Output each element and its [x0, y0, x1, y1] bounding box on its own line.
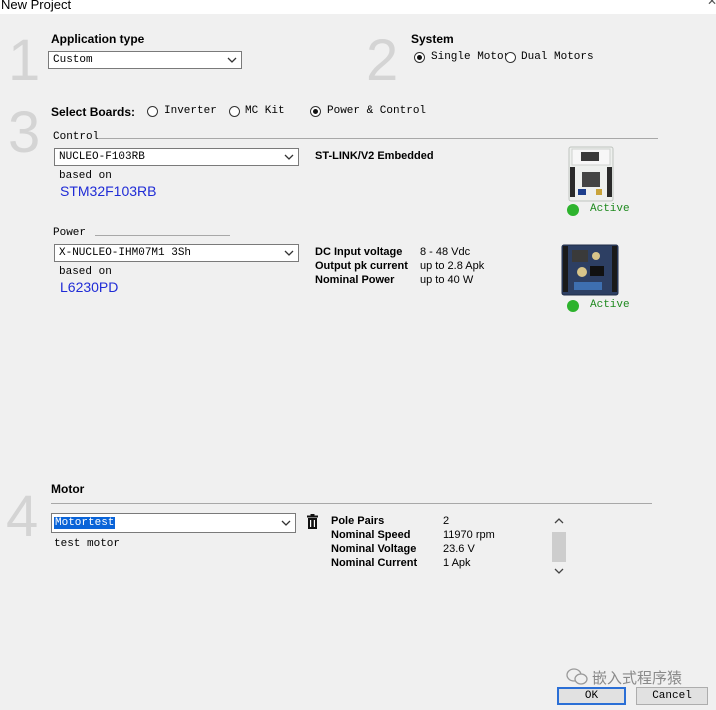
- motor-spec-value-nominal-voltage: 23.6 V: [443, 543, 475, 555]
- motor-spec-label-nominal-speed: Nominal Speed: [331, 529, 411, 541]
- power-label: Power: [53, 227, 87, 239]
- mc-kit-radio[interactable]: [229, 106, 240, 117]
- step-number-3: 3: [8, 100, 41, 165]
- motor-select[interactable]: Motortest: [51, 513, 296, 533]
- spec-value-output-current: up to 2.8 Apk: [420, 260, 485, 272]
- motor-spec-label-pole-pairs: Pole Pairs: [331, 515, 385, 527]
- motor-divider: [51, 503, 652, 504]
- motor-heading: Motor: [51, 482, 85, 496]
- spec-label-output-current: Output pk current: [315, 260, 408, 272]
- chevron-down-icon: [227, 57, 237, 63]
- cancel-button[interactable]: Cancel: [636, 687, 708, 705]
- dual-motors-radio[interactable]: [505, 52, 516, 63]
- watermark-text: 嵌入式程序猿: [592, 669, 683, 687]
- control-status-text: Active: [590, 203, 630, 215]
- mc-kit-label[interactable]: MC Kit: [245, 105, 285, 117]
- window-title: New Project: [1, 0, 72, 12]
- control-mcu-link[interactable]: STM32F103RB: [60, 183, 156, 199]
- control-based-on-label: based on: [59, 170, 112, 182]
- motor-spec-label-nominal-voltage: Nominal Voltage: [331, 543, 417, 555]
- motor-spec-value-nominal-current: 1 Apk: [443, 557, 471, 569]
- power-board-image: [561, 244, 619, 296]
- power-board-select[interactable]: X-NUCLEO-IHM07M1 3Sh: [54, 244, 299, 262]
- power-driver-link[interactable]: L6230PD: [60, 279, 118, 295]
- single-motor-radio[interactable]: [414, 52, 425, 63]
- control-board-select[interactable]: NUCLEO-F103RB: [54, 148, 299, 166]
- power-control-radio[interactable]: [310, 106, 321, 117]
- scroll-up-icon[interactable]: [554, 517, 564, 525]
- spec-label-dc-input: DC Input voltage: [315, 246, 403, 258]
- system-heading: System: [411, 32, 454, 46]
- application-type-select[interactable]: Custom: [48, 51, 242, 69]
- power-divider: [95, 235, 230, 236]
- control-divider: [98, 138, 658, 139]
- wechat-icon: [566, 668, 588, 685]
- motor-value: Motortest: [54, 517, 116, 529]
- motor-description: test motor: [54, 538, 121, 550]
- control-status-dot: [567, 204, 579, 216]
- title-bar: New Project ✕: [0, 0, 716, 14]
- inverter-label[interactable]: Inverter: [164, 105, 217, 117]
- ok-button[interactable]: OK: [557, 687, 626, 705]
- inverter-radio[interactable]: [147, 106, 158, 117]
- select-boards-heading: Select Boards:: [51, 105, 136, 119]
- trash-icon[interactable]: [306, 514, 319, 529]
- power-status-text: Active: [590, 299, 630, 311]
- step-number-2: 2: [366, 28, 399, 93]
- motor-spec-value-pole-pairs: 2: [443, 515, 450, 527]
- spec-label-nominal-power: Nominal Power: [315, 274, 395, 286]
- dual-motors-label[interactable]: Dual Motors: [521, 51, 594, 63]
- step-number-1: 1: [8, 28, 41, 93]
- nucleo-board-image: [568, 146, 614, 202]
- application-type-value: Custom: [53, 54, 93, 66]
- chevron-down-icon: [281, 520, 291, 526]
- motor-spec-label-nominal-current: Nominal Current: [331, 557, 418, 569]
- power-board-value: X-NUCLEO-IHM07M1 3Sh: [59, 247, 192, 259]
- spec-value-dc-input: 8 - 48 Vdc: [420, 246, 471, 258]
- control-board-value: NUCLEO-F103RB: [59, 151, 145, 163]
- control-label: Control: [53, 131, 100, 143]
- power-control-label[interactable]: Power & Control: [327, 105, 426, 117]
- close-icon[interactable]: ✕: [707, 0, 716, 8]
- chevron-down-icon: [284, 154, 294, 160]
- motor-spec-value-nominal-speed: 11970 rpm: [443, 529, 495, 541]
- spec-value-nominal-power: up to 40 W: [420, 274, 474, 286]
- step-number-4: 4: [6, 484, 39, 549]
- power-based-on-label: based on: [59, 266, 112, 278]
- power-status-dot: [567, 300, 579, 312]
- single-motor-label[interactable]: Single Motor: [431, 51, 510, 63]
- scrollbar-thumb[interactable]: [552, 532, 566, 562]
- control-info: ST-LINK/V2 Embedded: [315, 150, 434, 162]
- scroll-down-icon[interactable]: [554, 567, 564, 575]
- application-type-heading: Application type: [51, 32, 145, 46]
- chevron-down-icon: [284, 250, 294, 256]
